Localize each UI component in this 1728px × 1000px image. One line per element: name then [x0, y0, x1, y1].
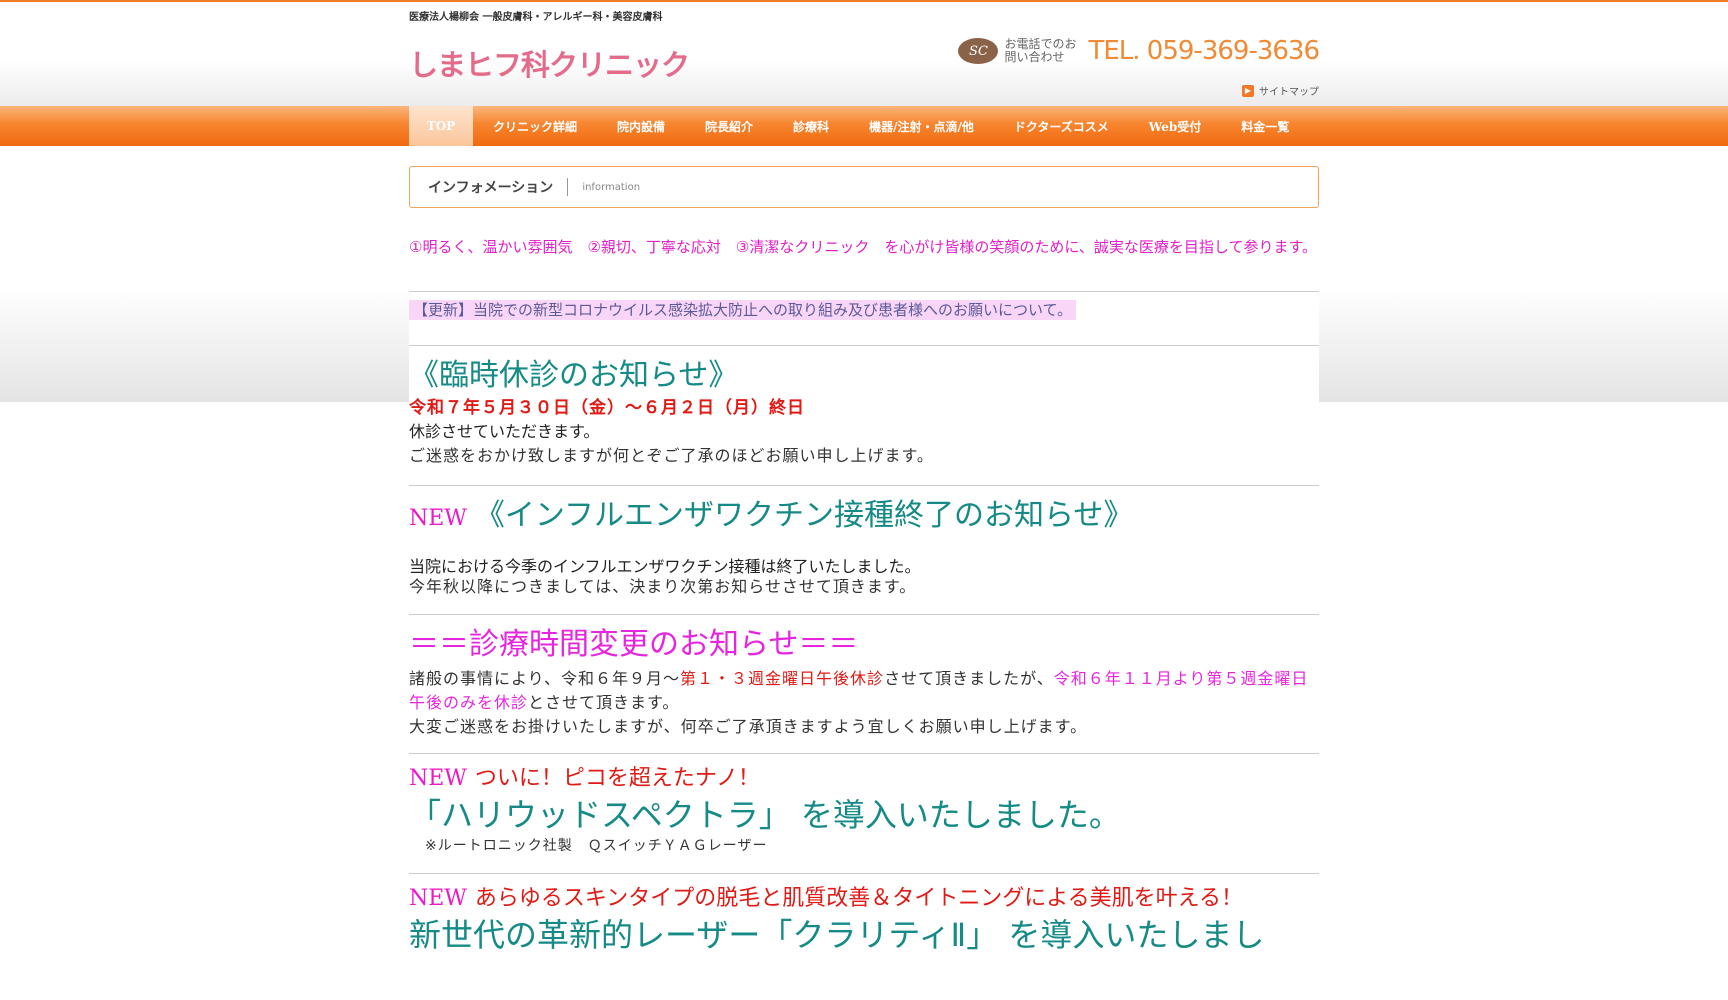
flu-heading-row: NEW 《インフルエンザワクチン接種終了のお知らせ》	[409, 496, 1319, 539]
covid-update-link[interactable]: 【更新】当院での新型コロナウイルス感染拡大防止への取り組み及び患者様へのお願いに…	[409, 300, 1077, 320]
closure-line1: 休診させていただきます。	[409, 422, 600, 441]
nav-top[interactable]: TOP	[409, 106, 473, 146]
information-title-jp: インフォメーション	[428, 180, 554, 196]
hours-text: 諸般の事情により、令和６年９月～	[409, 669, 681, 688]
closure-dates: 令和７年５月３０日（金）～６月２日（月）終日	[409, 398, 805, 418]
nav-facilities[interactable]: 院内設備	[597, 106, 685, 146]
spectra-announcement: NEW ついに！ピコを超えたナノ！ 「ハリウッドスペクトラ」 を導入いたしました。…	[409, 763, 1319, 857]
divider	[409, 485, 1319, 486]
hours-paragraph1: 諸般の事情により、令和６年９月～第１・３週金曜日午後休診させて頂きましたが、令和…	[409, 667, 1319, 715]
nav-price-list[interactable]: 料金一覧	[1221, 106, 1309, 146]
hours-heading: ＝＝診療時間変更のお知らせ＝＝	[409, 627, 859, 662]
clarity-tagline: あらゆるスキンタイプの脱毛と肌質改善＆タイトニングによる美肌を叶える！	[474, 886, 1243, 911]
page-wrapper: 医療法人楊柳会 一般皮膚科・アレルギー科・美容皮膚科 しまヒフ科クリニック SC…	[409, 0, 1320, 1000]
divider	[409, 345, 1319, 346]
flu-line1: 当院における今季のインフルエンザワクチン接種は終了いたしました。	[409, 557, 921, 576]
information-header: インフォメーション information	[409, 166, 1319, 208]
hours-highlight-old: 第１・３週金曜日午後休診	[680, 669, 885, 688]
hours-text: させて頂きましたが、	[884, 669, 1054, 688]
phone-contact: SC お電話でのお問い合わせ TEL. 059-369-3636	[958, 34, 1320, 68]
flu-notice: NEW 《インフルエンザワクチン接種終了のお知らせ》 当院における今季のインフルエ…	[409, 496, 1319, 597]
sitemap-label: サイトマップ	[1259, 87, 1319, 98]
divider	[409, 291, 1319, 292]
clarity-announcement: NEW あらゆるスキンタイプの脱毛と肌質改善＆タイトニングによる美肌を叶える！ 新…	[409, 883, 1319, 955]
nav-equipment[interactable]: 機器/注射・点滴/他	[849, 106, 994, 146]
sitemap-link[interactable]: ▶ サイトマップ	[1242, 83, 1319, 98]
spectra-tagline-row: NEW ついに！ピコを超えたナノ！	[409, 763, 1319, 795]
nav-clinic-details[interactable]: クリニック詳細	[473, 106, 597, 146]
nav-doctors-cosme[interactable]: ドクターズコスメ	[994, 106, 1129, 146]
spectra-note: ※ルートロニック社製 ＱスイッチＹＡＧレーザー	[425, 838, 768, 854]
clinic-logo[interactable]: しまヒフ科クリニック	[409, 42, 690, 84]
nav-web-reception[interactable]: Web受付	[1129, 106, 1222, 146]
closure-line2: ご迷惑をおかけ致しますが何とぞご了承のほどお願い申し上げます。	[409, 446, 934, 465]
spectra-heading: 「ハリウッドスペクトラ」 を導入いたしました。	[409, 796, 1121, 834]
closure-notice: 《臨時休診のお知らせ》 令和７年５月３０日（金）～６月２日（月）終日 休診させて…	[409, 356, 1319, 468]
sc-logo-icon: SC	[958, 38, 999, 64]
divider	[409, 873, 1319, 874]
closure-heading: 《臨時休診のお知らせ》	[409, 358, 739, 393]
divider	[409, 614, 1319, 615]
main-content: インフォメーション information ①明るく、温かい雰囲気 ②親切、丁寧…	[409, 166, 1319, 1000]
corporate-line: 医療法人楊柳会 一般皮膚科・アレルギー科・美容皮膚科	[409, 12, 663, 23]
nav-departments[interactable]: 診療科	[773, 106, 849, 146]
clarity-heading: 新世代の革新的レーザー「クラリティⅡ」 を導入いたしまし	[409, 916, 1265, 954]
new-badge: NEW	[409, 506, 467, 531]
divider	[409, 753, 1319, 754]
flu-heading: 《インフルエンザワクチン接種終了のお知らせ》	[474, 498, 1134, 533]
spectra-tagline: ついに！ピコを超えたナノ！	[474, 766, 760, 791]
flu-line2: 今年秋以降につきましては、決まり次第お知らせさせて頂きます。	[409, 577, 917, 596]
information-title-en: information	[582, 181, 641, 193]
new-badge: NEW	[409, 886, 467, 911]
phone-number[interactable]: TEL. 059-369-3636	[1088, 36, 1320, 66]
phone-label: お電話でのお問い合わせ	[1004, 37, 1077, 64]
global-nav: TOP クリニック詳細 院内設備 院長紹介 診療科 機器/注射・点滴/他 ドクタ…	[409, 106, 1309, 146]
clinic-motto: ①明るく、温かい雰囲気 ②親切、丁寧な応対 ③清潔なクリニック を心がけ皆様の笑…	[409, 238, 1317, 256]
hours-paragraph2: 大変ご迷惑をお掛けいたしますが、何卒ご了承頂きますよう宜しくお願い申し上げます。	[409, 717, 1088, 736]
hours-text: とさせて頂きます。	[528, 693, 680, 712]
nav-director[interactable]: 院長紹介	[685, 106, 773, 146]
clarity-tagline-row: NEW あらゆるスキンタイプの脱毛と肌質改善＆タイトニングによる美肌を叶える！	[409, 883, 1319, 915]
divider	[567, 178, 569, 196]
arrow-right-icon: ▶	[1242, 84, 1254, 97]
hours-change-notice: ＝＝診療時間変更のお知らせ＝＝ 諸般の事情により、令和６年９月～第１・３週金曜日…	[409, 625, 1319, 739]
new-badge: NEW	[409, 766, 467, 791]
